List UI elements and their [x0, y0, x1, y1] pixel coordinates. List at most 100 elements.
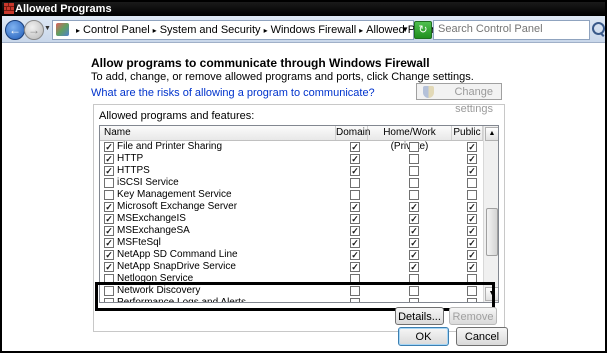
breadcrumb-windows-firewall[interactable]: Windows Firewall [271, 24, 357, 36]
home-work-checkbox[interactable]: ✓ [409, 226, 419, 236]
program-name-cell: ✓ NetApp SD Command Line [104, 249, 238, 261]
public-checkbox[interactable]: ✓ [467, 202, 477, 212]
allowed-programs-label: Allowed programs and features: [99, 110, 255, 122]
program-name: iSCSI Service [117, 177, 179, 188]
recent-pages-dropdown-icon[interactable]: ▼ [44, 25, 51, 32]
details-button[interactable]: Details... [395, 307, 444, 325]
domain-checkbox[interactable] [350, 190, 360, 200]
column-header-public[interactable]: Public [452, 126, 483, 140]
table-row[interactable]: ✓ File and Printer Sharing ✓ ✓ [100, 141, 483, 153]
breadcrumb-separator-icon[interactable]: ▸ [153, 26, 157, 35]
column-header-home-work[interactable]: Home/Work (Private) [368, 126, 452, 152]
risks-help-link[interactable]: What are the risks of allowing a program… [91, 87, 375, 99]
domain-checkbox[interactable]: ✓ [350, 154, 360, 164]
program-name: Key Management Service [117, 189, 232, 200]
scroll-thumb[interactable] [486, 208, 498, 256]
program-enabled-checkbox[interactable]: ✓ [104, 226, 114, 236]
table-row[interactable]: ✓ Microsoft Exchange Server ✓ ✓ ✓ [100, 201, 483, 213]
home-work-checkbox[interactable]: ✓ [409, 250, 419, 260]
public-checkbox[interactable]: ✓ [467, 262, 477, 272]
allowed-programs-list[interactable]: Name Domain Home/Work (Private) Public ✓… [99, 125, 499, 303]
table-row[interactable]: iSCSI Service [100, 177, 483, 189]
breadcrumb-system-and-security[interactable]: System and Security [160, 24, 261, 36]
program-enabled-checkbox[interactable]: ✓ [104, 166, 114, 176]
firewall-app-icon [4, 3, 14, 14]
program-enabled-checkbox[interactable]: ✓ [104, 250, 114, 260]
table-row[interactable]: ✓ NetApp SD Command Line ✓ ✓ ✓ [100, 249, 483, 261]
table-row[interactable]: ✓ MSFteSql ✓ ✓ ✓ [100, 237, 483, 249]
public-checkbox[interactable]: ✓ [467, 214, 477, 224]
home-work-checkbox[interactable] [409, 178, 419, 188]
home-work-checkbox[interactable] [409, 154, 419, 164]
breadcrumb[interactable]: ▸ Control Panel ▸ System and Security ▸ Windo… [52, 20, 455, 40]
vertical-scrollbar[interactable]: ▲ ▼ [483, 126, 498, 302]
forward-button[interactable]: → [24, 20, 44, 40]
column-header-domain[interactable]: Domain [336, 126, 370, 140]
domain-checkbox[interactable]: ✓ [350, 226, 360, 236]
program-name-cell: Key Management Service [104, 189, 232, 201]
breadcrumb-separator-icon[interactable]: ▸ [264, 26, 268, 35]
public-checkbox[interactable] [467, 190, 477, 200]
program-name-cell: ✓ NetApp SnapDrive Service [104, 261, 236, 273]
breadcrumb-separator-icon[interactable]: ▸ [76, 26, 80, 35]
public-checkbox[interactable]: ✓ [467, 250, 477, 260]
domain-checkbox[interactable]: ✓ [350, 262, 360, 272]
program-name: File and Printer Sharing [117, 141, 223, 152]
public-checkbox[interactable]: ✓ [467, 142, 477, 152]
title-bar: Allowed Programs [2, 2, 605, 16]
domain-checkbox[interactable]: ✓ [350, 250, 360, 260]
public-checkbox[interactable]: ✓ [467, 154, 477, 164]
home-work-checkbox[interactable]: ✓ [409, 214, 419, 224]
domain-checkbox[interactable]: ✓ [350, 142, 360, 152]
domain-checkbox[interactable]: ✓ [350, 238, 360, 248]
home-work-checkbox[interactable]: ✓ [409, 238, 419, 248]
cancel-button[interactable]: Cancel [456, 327, 508, 346]
table-row[interactable]: ✓ HTTP ✓ ✓ [100, 153, 483, 165]
breadcrumb-control-panel[interactable]: Control Panel [83, 24, 150, 36]
table-row[interactable]: Key Management Service [100, 189, 483, 201]
domain-checkbox[interactable]: ✓ [350, 202, 360, 212]
table-row[interactable]: ✓ MSExchangeIS ✓ ✓ ✓ [100, 213, 483, 225]
program-enabled-checkbox[interactable] [104, 190, 114, 200]
table-row[interactable]: ✓ HTTPS ✓ ✓ [100, 165, 483, 177]
firewall-window: Allowed Programs ← → ▼ ▸ Control Panel ▸ Sy… [2, 2, 605, 351]
scroll-up-icon[interactable]: ▲ [485, 127, 498, 141]
program-name-cell: ✓ File and Printer Sharing [104, 141, 222, 153]
address-dropdown-icon[interactable]: ▼ [401, 21, 409, 39]
public-checkbox[interactable] [467, 178, 477, 188]
home-work-checkbox[interactable] [409, 190, 419, 200]
domain-checkbox[interactable]: ✓ [350, 166, 360, 176]
public-checkbox[interactable]: ✓ [467, 238, 477, 248]
program-enabled-checkbox[interactable] [104, 178, 114, 188]
search-box[interactable] [433, 20, 590, 40]
program-enabled-checkbox[interactable]: ✓ [104, 154, 114, 164]
search-icon[interactable] [592, 22, 605, 35]
program-enabled-checkbox[interactable]: ✓ [104, 262, 114, 272]
back-button[interactable]: ← [5, 20, 25, 40]
program-enabled-checkbox[interactable]: ✓ [104, 238, 114, 248]
uac-shield-icon [423, 86, 434, 98]
program-name-cell: ✓ HTTP [104, 153, 143, 165]
ok-button[interactable]: OK [398, 327, 449, 346]
breadcrumb-separator-icon[interactable]: ▸ [359, 26, 363, 35]
public-checkbox[interactable]: ✓ [467, 226, 477, 236]
domain-checkbox[interactable] [350, 178, 360, 188]
domain-checkbox[interactable]: ✓ [350, 214, 360, 224]
program-name-cell: ✓ MSFteSql [104, 237, 161, 249]
refresh-button[interactable]: ↻ [414, 21, 432, 39]
public-checkbox[interactable]: ✓ [467, 166, 477, 176]
home-work-checkbox[interactable]: ✓ [409, 202, 419, 212]
table-row[interactable]: ✓ MSExchangeSA ✓ ✓ ✓ [100, 225, 483, 237]
remove-button[interactable]: Remove [449, 307, 497, 325]
column-header-name[interactable]: Name [100, 126, 336, 140]
home-work-checkbox[interactable] [409, 166, 419, 176]
home-work-checkbox[interactable] [409, 142, 419, 152]
program-enabled-checkbox[interactable]: ✓ [104, 202, 114, 212]
search-input[interactable] [436, 22, 590, 36]
program-enabled-checkbox[interactable]: ✓ [104, 214, 114, 224]
table-row[interactable]: ✓ NetApp SnapDrive Service ✓ ✓ ✓ [100, 261, 483, 273]
change-settings-button[interactable]: Change settings [416, 83, 502, 115]
main-content: Allow programs to communicate through Wi… [2, 43, 605, 351]
program-enabled-checkbox[interactable]: ✓ [104, 142, 114, 152]
home-work-checkbox[interactable]: ✓ [409, 262, 419, 272]
